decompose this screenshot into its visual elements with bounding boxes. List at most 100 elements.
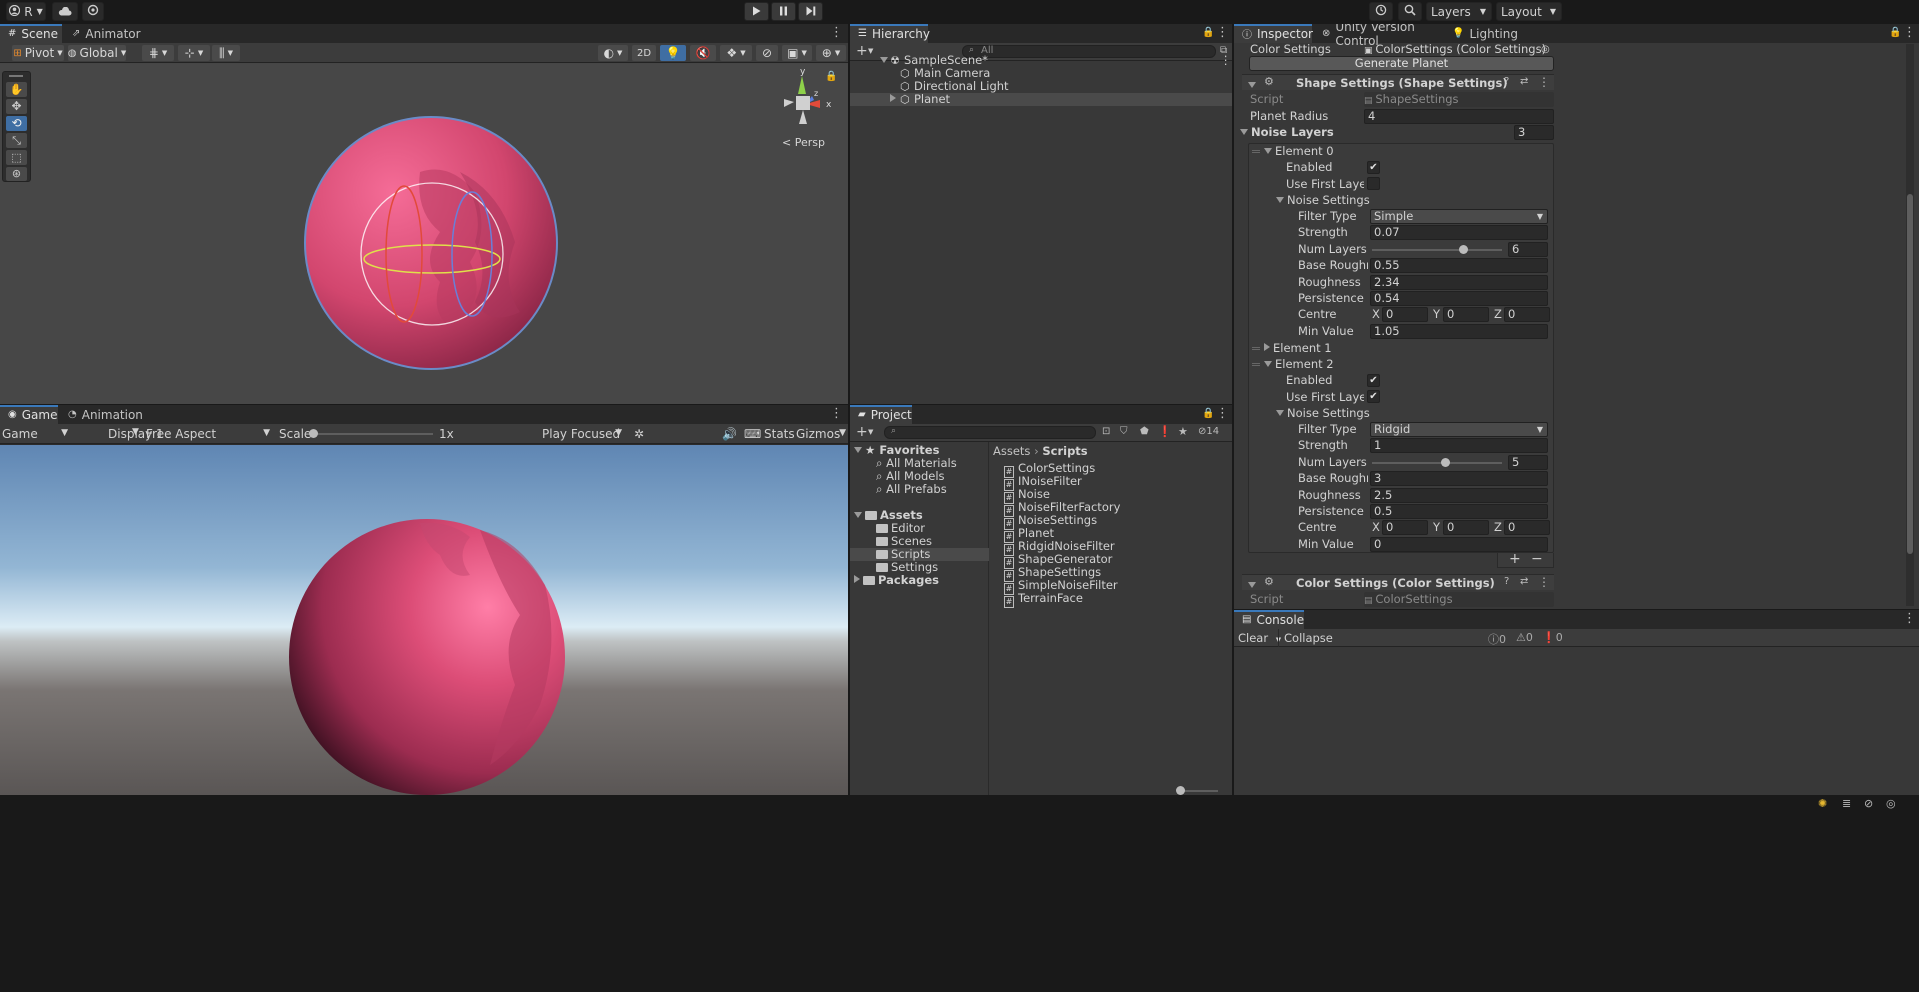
move-tool-icon[interactable]: ✥ [6,99,27,114]
foldout-icon[interactable] [1248,78,1259,92]
help-icon[interactable]: ? [1504,576,1509,587]
breadcrumb-current[interactable]: Scripts [1042,444,1087,458]
min-value-field[interactable]: 1.05 [1370,323,1548,339]
num-layers-field[interactable]: 5 [1508,454,1548,470]
file-item[interactable]: # TerrainFace [1004,592,1083,608]
tab-game[interactable]: ◉ Game [0,405,58,424]
persistence-field[interactable]: 0.5 [1370,504,1548,519]
warning-filter-toggle[interactable]: ⚠0 [1516,631,1533,644]
layers-dropdown[interactable]: Layers ▼ [1426,2,1492,21]
shape-settings-header[interactable]: ⚙ Shape Settings (Shape Settings) ? ⇄ ⋮ [1242,74,1554,90]
pivot-dropdown[interactable]: ⊞ Pivot ▼ [12,45,64,61]
component-menu-icon[interactable]: ⋮ [1538,575,1550,589]
debug-icon[interactable]: ⊘ [1864,797,1873,810]
scene-row[interactable]: ☢ SampleScene* ⋮ [850,54,1232,67]
collapse-button[interactable]: Collapse [1284,631,1333,645]
centre-y-field[interactable]: 0 [1443,307,1489,323]
scale-slider-knob[interactable] [309,429,318,438]
object-picker-icon[interactable]: ◎ [1541,42,1550,57]
star-icon[interactable]: ★ [1178,425,1188,438]
roughness-field[interactable]: 2.5 [1370,487,1548,503]
filter-icon[interactable]: ⛉ [1120,426,1128,437]
label-icon[interactable]: ⬟ [1140,426,1149,437]
play-button[interactable] [744,2,769,21]
rotate-gizmo[interactable] [352,174,512,334]
centre-x-field[interactable]: 0 [1382,307,1428,323]
drag-handle-icon[interactable] [1252,150,1260,153]
help-icon[interactable]: ? [1504,76,1509,87]
settings-icon[interactable]: ◎ [1886,797,1896,810]
clear-button[interactable]: Clear ▼ [1238,631,1281,645]
align-button[interactable]: ⫼ ▼ [212,45,240,61]
base-roughness-field[interactable]: 3 [1370,471,1548,487]
pause-button[interactable] [771,2,796,21]
inspector-scrollbar[interactable] [1906,44,1914,606]
hidden-packages-button[interactable]: ⊘14 [1198,426,1219,437]
panel-menu-icon[interactable]: ⋮ [1216,24,1229,43]
tab-hierarchy[interactable]: ☰ Hierarchy [850,24,930,43]
network-icon[interactable]: ≣ [1842,797,1851,810]
hand-tool-icon[interactable]: ✋ [6,82,27,97]
component-menu-icon[interactable]: ⋮ [1538,75,1550,89]
grid-snap-button[interactable]: ⋕ ▼ [142,45,174,61]
rect-tool-icon[interactable]: ⬚ [6,150,27,165]
centre-x-field[interactable]: 0 [1382,520,1428,536]
tab-animator[interactable]: ⇗ Animator [64,24,144,43]
panel-menu-icon[interactable]: ⋮ [1903,24,1916,43]
foldout-icon[interactable] [1248,578,1259,592]
element-1-foldout[interactable]: Element 1 [1264,341,1332,356]
stats-button[interactable]: Stats [762,425,795,443]
hierarchy-item[interactable]: ⬡ Planet [850,93,1232,106]
search-button[interactable] [1398,2,1422,21]
color-settings-header[interactable]: ⚙ Color Settings (Color Settings) ? ⇄ ⋮ [1242,574,1554,590]
draw-mode-dropdown[interactable]: ◐ ▼ [598,45,628,61]
history-button[interactable] [1369,2,1393,21]
account-dropdown[interactable]: R ▼ [6,2,46,21]
bug-icon[interactable]: ✲ [632,425,648,443]
noise-settings-foldout-2[interactable]: Noise Settings [1276,406,1370,421]
audio-toggle[interactable]: 🔇 [690,45,716,61]
noise-settings-foldout-0[interactable]: Noise Settings [1276,193,1370,208]
chevron-down-icon[interactable]: ▼ [868,428,873,436]
scene-menu-icon[interactable]: ⋮ [1220,54,1232,67]
cloud-button[interactable] [52,2,78,21]
tab-animation[interactable]: ◔ Animation [60,405,146,424]
noise-layers-count-field[interactable]: 3 [1514,125,1554,140]
enabled-checkbox[interactable]: ✔ [1367,374,1380,387]
tab-console[interactable]: ▤ Console [1234,610,1304,629]
foldout-icon[interactable] [1264,343,1270,351]
scrollbar-thumb[interactable] [1907,194,1913,554]
lock-icon[interactable]: 🔒 [1889,24,1901,43]
keyboard-icon[interactable]: ⌨ [742,425,761,443]
log-filter-toggle[interactable]: ⓘ0 [1488,631,1506,647]
foldout-icon[interactable] [1276,410,1284,416]
filter-type-dropdown[interactable]: Simple ▼ [1370,209,1548,224]
num-layers-field[interactable]: 6 [1508,241,1548,257]
snap-increment-button[interactable]: ⊹ ▼ [178,45,210,61]
drag-handle-icon[interactable] [1252,363,1260,366]
drag-handle-icon[interactable] [9,75,23,77]
use-first-layer-checkbox[interactable]: ✔ [1367,390,1380,403]
persistence-field[interactable]: 0.54 [1370,291,1548,306]
preset-icon[interactable]: ⇄ [1520,76,1528,87]
roughness-field[interactable]: 2.34 [1370,274,1548,290]
panel-menu-icon[interactable]: ⋮ [1216,405,1229,424]
progress-icon[interactable]: ✺ [1818,797,1827,810]
effects-dropdown[interactable]: ❖ ▼ [720,45,752,61]
add-icon[interactable]: + [856,424,868,440]
breadcrumb-root[interactable]: Assets [993,444,1030,458]
expand-icon[interactable] [890,93,899,106]
panel-menu-icon[interactable]: ⋮ [830,24,843,43]
num-layers-slider[interactable] [1372,461,1502,464]
centre-z-field[interactable]: 0 [1504,520,1550,536]
persp-toggle[interactable]: < Persp [782,136,825,149]
base-roughness-field[interactable]: 0.55 [1370,258,1548,274]
noise-layers-foldout[interactable]: Noise Layers [1240,125,1334,140]
scale-slider[interactable] [313,433,433,435]
planet-radius-field[interactable]: 4 [1364,109,1554,124]
hierarchy-item[interactable]: ⬡ Directional Light [850,80,1232,94]
hierarchy-item[interactable]: ⬡ Main Camera [850,67,1232,81]
play-mode-dropdown[interactable]: Play Focused ▼ [540,425,626,443]
add-element-icon[interactable]: + [1509,551,1521,567]
num-layers-slider-knob[interactable] [1459,244,1468,254]
